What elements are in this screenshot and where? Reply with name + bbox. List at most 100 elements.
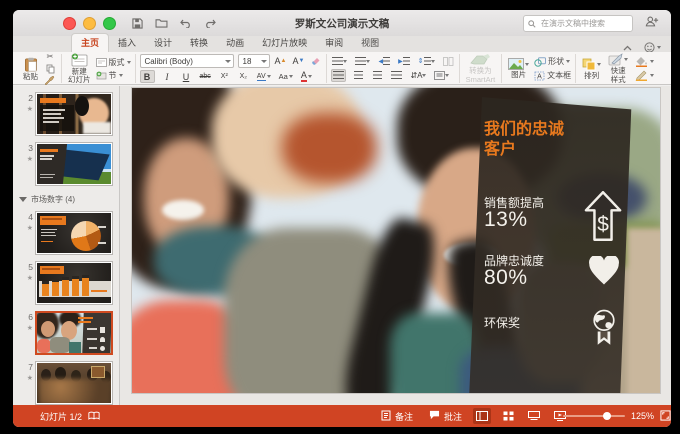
slide-5-thumbnail[interactable]	[35, 261, 113, 305]
layout-button[interactable]: 版式	[95, 57, 131, 68]
subscript-button[interactable]: X₂	[237, 71, 250, 82]
stat2-value[interactable]: 80%	[484, 266, 644, 290]
thumbnail-item-slide-2[interactable]: 2 ★	[17, 92, 113, 136]
arrange-button[interactable]: 排列	[580, 58, 603, 80]
shape-outline-button[interactable]	[635, 70, 655, 81]
feedback-smiley-icon[interactable]	[644, 41, 661, 53]
quick-styles-button[interactable]: 快速 样式	[606, 53, 630, 84]
numbering-icon[interactable]	[354, 56, 371, 67]
format-painter-icon[interactable]	[43, 75, 57, 86]
current-slide[interactable]: 我们的忠诚 客户 销售额提高 13% $ 品牌忠诚度 80% 环保奖	[132, 88, 660, 393]
bar-mini	[62, 277, 69, 296]
section-collapse-triangle-icon[interactable]	[19, 197, 27, 202]
tab-insert[interactable]: 插入	[109, 34, 145, 52]
redo-icon[interactable]	[204, 18, 216, 29]
font-name-combo[interactable]: Calibri (Body)	[139, 54, 234, 68]
search-box[interactable]	[523, 15, 633, 32]
slide-7-thumbnail[interactable]	[35, 361, 113, 405]
bold-button[interactable]: B	[139, 70, 155, 83]
slide-title[interactable]: 我们的忠诚 客户	[484, 120, 644, 160]
zoom-slider-knob[interactable]	[603, 412, 611, 420]
zoom-percentage[interactable]: 125%	[631, 411, 654, 421]
italic-button[interactable]: I	[161, 71, 174, 82]
tab-review[interactable]: 审阅	[316, 34, 352, 52]
comments-icon[interactable]	[429, 410, 440, 422]
section-header-market-numbers[interactable]: 市场数字 (4)	[19, 194, 115, 205]
slide-3-thumbnail[interactable]	[35, 142, 113, 186]
normal-view-button[interactable]	[473, 408, 491, 424]
spellcheck-book-icon[interactable]	[88, 411, 100, 422]
columns-icon[interactable]	[442, 56, 455, 67]
paste-button[interactable]: 粘贴	[21, 57, 40, 81]
slide-sorter-view-button[interactable]	[499, 408, 517, 424]
new-slide-button[interactable]: 新建 幻灯片	[66, 53, 93, 84]
increase-indent-icon[interactable]: ▶	[397, 56, 411, 67]
paragraph-group: ◀ ▶ ⇕ ⇵ A	[327, 54, 460, 83]
shrink-font-button[interactable]: A ▼	[291, 56, 305, 67]
character-spacing-button[interactable]: AV	[256, 71, 272, 82]
font-size-combo[interactable]: 18	[237, 54, 270, 68]
shape-fill-icon	[636, 57, 648, 67]
tab-animations[interactable]: 动画	[217, 34, 253, 52]
line-spacing-icon[interactable]: ⇕	[417, 56, 436, 67]
textbox-button[interactable]: A 文本框	[534, 70, 571, 81]
share-person-icon[interactable]	[645, 15, 659, 33]
undo-icon[interactable]	[180, 18, 192, 29]
picture-icon	[508, 58, 525, 70]
comments-button[interactable]: 批注	[444, 410, 462, 423]
strikethrough-button[interactable]: abc	[199, 71, 212, 82]
align-right-icon[interactable]	[371, 70, 384, 81]
text-direction-icon[interactable]: ⇵ A	[409, 70, 427, 81]
clear-formatting-icon[interactable]	[309, 56, 322, 67]
fit-slide-to-window-icon[interactable]	[660, 409, 671, 423]
font-color-button[interactable]: A	[300, 71, 313, 82]
shape-fill-button[interactable]	[635, 56, 655, 67]
bullets-icon[interactable]	[331, 56, 348, 67]
section-button[interactable]: 节	[96, 70, 131, 81]
align-center-icon[interactable]	[352, 70, 365, 81]
zoom-slider[interactable]	[563, 412, 625, 420]
shapes-button[interactable]: 形状	[534, 56, 571, 67]
picture-button[interactable]: 图片	[506, 58, 531, 79]
slide-6-thumbnail[interactable]	[35, 311, 113, 355]
thumbnail-item-slide-5[interactable]: 5 ★	[17, 261, 113, 305]
change-case-button[interactable]: Aa	[278, 71, 294, 82]
save-icon[interactable]	[132, 17, 143, 29]
convert-to-smartart-button[interactable]: 转换为 SmartArt	[464, 53, 498, 84]
tab-transitions[interactable]: 转换	[181, 34, 217, 52]
tab-view[interactable]: 视图	[352, 34, 388, 52]
cut-icon[interactable]: ✂	[43, 52, 57, 62]
thumbnail-item-slide-4[interactable]: 4 ★	[17, 211, 113, 255]
slide-canvas[interactable]: 我们的忠诚 客户 销售额提高 13% $ 品牌忠诚度 80% 环保奖	[120, 86, 671, 405]
align-text-icon[interactable]	[433, 70, 450, 81]
heart-icon	[588, 254, 620, 291]
thumbnail-item-slide-3[interactable]: 3 ★	[17, 142, 113, 186]
align-left-icon[interactable]	[331, 68, 347, 82]
zoom-window-button[interactable]	[103, 16, 116, 30]
tab-home[interactable]: 主页	[71, 33, 110, 52]
copy-icon[interactable]	[43, 64, 57, 74]
open-folder-icon[interactable]	[155, 18, 168, 29]
thumbnail-item-slide-6-selected[interactable]: 6 ★	[17, 311, 113, 355]
notes-icon[interactable]	[381, 410, 391, 423]
close-button[interactable]	[63, 16, 76, 30]
transition-star-icon: ★	[26, 225, 33, 232]
justify-icon[interactable]	[390, 70, 403, 81]
smartart-icon	[470, 54, 491, 65]
tab-design[interactable]: 设计	[145, 34, 181, 52]
underline-button[interactable]: U	[180, 71, 193, 82]
bar-mini	[52, 279, 59, 296]
search-input[interactable]	[539, 18, 628, 29]
stat3-label[interactable]: 环保奖	[484, 314, 644, 331]
tab-slideshow[interactable]: 幻灯片放映	[253, 34, 316, 52]
slide-4-thumbnail[interactable]	[35, 211, 113, 255]
slide-2-thumbnail[interactable]	[35, 92, 113, 136]
notes-button[interactable]: 备注	[395, 410, 413, 423]
decrease-indent-icon[interactable]: ◀	[377, 56, 391, 67]
minimize-button[interactable]	[83, 16, 96, 30]
superscript-button[interactable]: X²	[218, 71, 231, 82]
slide-thumbnail-pane[interactable]: 2 ★ 3 ★ 市场数字 (4) 4 ★ 5 ★ 6 ★ 7 ★	[13, 86, 120, 405]
grow-font-button[interactable]: A ▲	[274, 56, 288, 67]
notes-page-view-button[interactable]	[525, 408, 543, 424]
thumbnail-item-slide-7[interactable]: 7 ★	[17, 361, 113, 405]
